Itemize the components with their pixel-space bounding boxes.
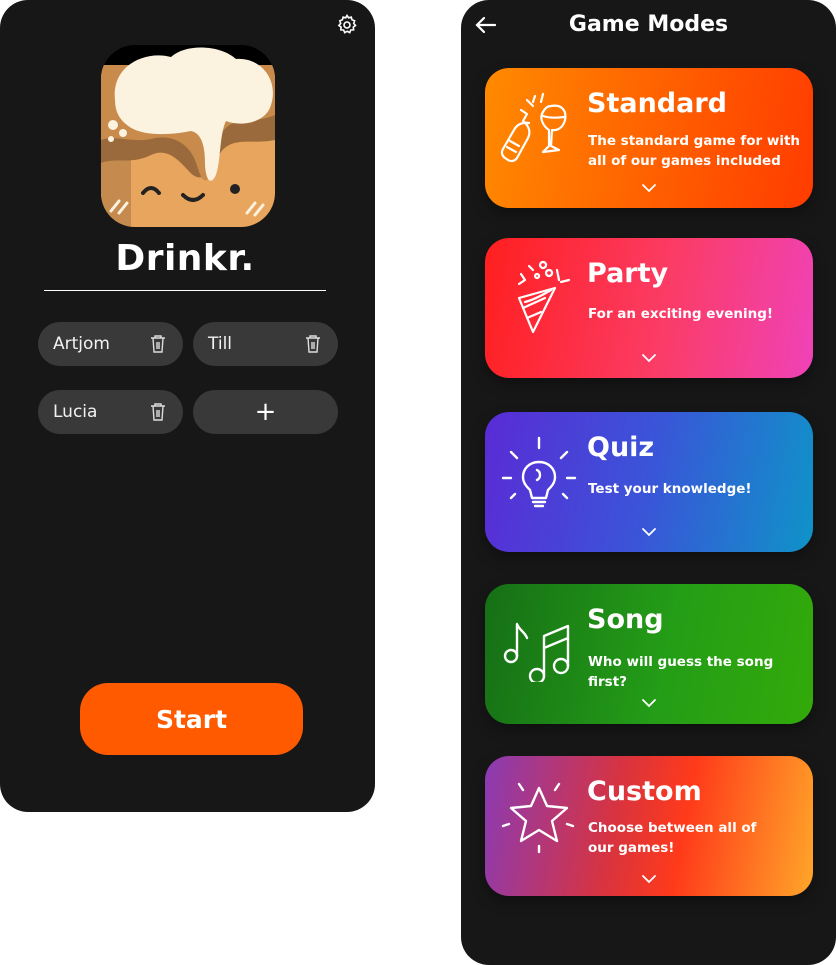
add-player-button[interactable]: + [193,390,338,434]
mode-card-standard[interactable]: Standard The standard game for with all … [485,68,813,208]
home-screen: Drinkr. Artjom Till Lucia + Start [0,0,375,812]
mode-card-song[interactable]: Song Who will guess the song first? [485,584,813,724]
mode-title: Party [587,258,669,289]
mode-description: Who will guess the song first? [588,654,774,690]
trash-icon[interactable] [304,334,322,354]
star-icon [501,782,575,854]
trash-icon[interactable] [149,402,167,422]
mode-title: Quiz [587,432,655,463]
mode-description: Choose between all of our games! [588,820,757,856]
party-popper-icon [517,260,571,334]
chevron-down-icon[interactable] [641,698,657,708]
chevron-down-icon[interactable] [641,183,657,193]
mode-description: Test your knowledge! [588,481,752,497]
mode-card-quiz[interactable]: Quiz Test your knowledge! [485,412,813,552]
start-button[interactable]: Start [80,683,303,755]
player-name: Artjom [53,334,110,354]
trash-icon[interactable] [149,334,167,354]
app-title: Drinkr. [115,238,255,279]
bottle-glass-icon [500,92,567,163]
player-chip-lucia[interactable]: Lucia [38,390,183,434]
divider [44,290,326,291]
mode-card-custom[interactable]: Custom Choose between all of our games! [485,756,813,896]
beer-mascot-logo [101,45,275,227]
player-chip-till[interactable]: Till [193,322,338,366]
chevron-down-icon[interactable] [641,353,657,363]
mode-title: Song [587,604,664,635]
mode-description: For an exciting evening! [588,306,774,322]
mode-card-party[interactable]: Party For an exciting evening! [485,238,813,378]
mode-description: The standard game for with all of our ga… [588,133,801,169]
gear-icon[interactable] [335,13,359,37]
page-title: Game Modes [568,12,729,37]
lightbulb-icon [501,436,577,508]
plus-icon: + [254,397,277,427]
player-chip-artjom[interactable]: Artjom [38,322,183,366]
music-notes-icon [503,622,570,682]
chevron-down-icon[interactable] [641,874,657,884]
mode-title: Custom [587,776,702,807]
chevron-down-icon[interactable] [641,527,657,537]
player-name: Lucia [53,402,98,422]
player-name: Till [208,334,233,354]
mode-title: Standard [587,88,727,119]
game-modes-screen: Game Modes Standard The standard game fo… [461,0,836,965]
